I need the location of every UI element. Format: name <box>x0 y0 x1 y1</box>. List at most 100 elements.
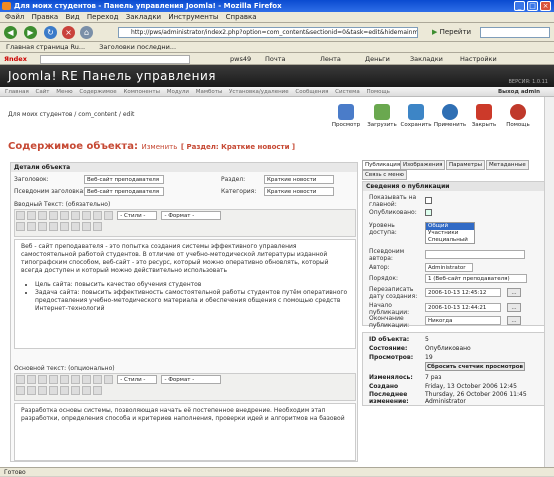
menu-edit[interactable]: Правка <box>32 13 59 21</box>
align-left-icon[interactable] <box>82 375 91 384</box>
jmenu-item[interactable]: Сообщения <box>295 89 328 95</box>
jmenu-item[interactable]: Мамботы <box>196 89 223 95</box>
access-listbox[interactable]: Общий Участники Специальный <box>425 222 475 244</box>
tab-params[interactable]: Параметры <box>446 160 485 170</box>
title-input[interactable]: Веб-сайт преподавателя <box>84 175 164 184</box>
address-bar[interactable]: http://pws/administrator/index2.php?opti… <box>118 27 418 38</box>
end-date-button[interactable]: ... <box>507 316 521 325</box>
yandex-item[interactable]: Закладки <box>410 53 443 65</box>
menu-file[interactable]: Файл <box>5 13 24 21</box>
redo-icon[interactable] <box>82 222 91 231</box>
save-button[interactable]: Сохранить <box>398 104 434 132</box>
redo-icon[interactable] <box>82 386 91 395</box>
intro-editor[interactable]: Веб - сайт преподавателя - это попытка с… <box>14 239 356 349</box>
intro-format-select[interactable]: - Формат - <box>161 211 222 220</box>
bookmark-item[interactable]: Главная страница Ru... <box>6 43 85 51</box>
yandex-item[interactable]: Лента <box>320 53 341 65</box>
main-editor[interactable]: Разработка основы системы, позволяющая н… <box>14 403 356 461</box>
link-icon[interactable] <box>38 386 47 395</box>
list-icon[interactable] <box>16 386 25 395</box>
reset-hits-button[interactable]: Сбросить счетчик просмотров <box>425 362 525 371</box>
order-select[interactable]: 1 (Веб-сайт преподавателя) <box>425 274 527 283</box>
cut-icon[interactable] <box>16 211 25 220</box>
author-alias-input[interactable] <box>425 250 525 259</box>
reload-icon[interactable]: ↻ <box>44 26 57 39</box>
yandex-item[interactable]: Деньги <box>365 53 390 65</box>
align-center-icon[interactable] <box>93 375 102 384</box>
access-option[interactable]: Общий <box>426 223 474 230</box>
undo-icon[interactable] <box>71 222 80 231</box>
ordered-list-icon[interactable] <box>27 386 36 395</box>
main-format-select[interactable]: - Формат - <box>161 375 222 384</box>
list-icon[interactable] <box>16 222 25 231</box>
intro-style-select[interactable]: - Стили - <box>117 211 158 220</box>
search-input[interactable] <box>480 27 550 38</box>
access-option[interactable]: Участники <box>426 230 474 237</box>
image-icon[interactable] <box>49 386 58 395</box>
ordered-list-icon[interactable] <box>27 222 36 231</box>
jmenu-item[interactable]: Содержимое <box>79 89 116 95</box>
close-doc-button[interactable]: Закрыть <box>466 104 502 132</box>
section-select[interactable]: Краткие новости <box>264 175 334 184</box>
tab-publish[interactable]: Публикация <box>362 160 404 170</box>
main-style-select[interactable]: - Стили - <box>117 375 158 384</box>
link-icon[interactable] <box>38 222 47 231</box>
forward-icon[interactable]: ▶ <box>24 26 37 39</box>
italic-icon[interactable] <box>60 211 69 220</box>
image-icon[interactable] <box>49 222 58 231</box>
bold-icon[interactable] <box>49 211 58 220</box>
back-icon[interactable]: ◀ <box>4 26 17 39</box>
paste-icon[interactable] <box>38 211 47 220</box>
start-date-button[interactable]: ... <box>507 303 521 312</box>
menu-view[interactable]: Вид <box>65 13 79 21</box>
jmenu-item[interactable]: Главная <box>5 89 29 95</box>
menu-tools[interactable]: Инструменты <box>168 13 218 21</box>
start-date-input[interactable]: 2006-10-13 12:44:21 <box>425 303 501 312</box>
jmenu-item[interactable]: Установка/удаление <box>229 89 289 95</box>
category-select[interactable]: Краткие новости <box>264 187 334 196</box>
yandex-item[interactable]: Почта <box>265 53 285 65</box>
logout-link[interactable]: Выход admin <box>498 87 540 97</box>
italic-icon[interactable] <box>60 375 69 384</box>
end-date-input[interactable]: Никогда <box>425 316 501 325</box>
jmenu-item[interactable]: Меню <box>56 89 72 95</box>
tab-menu-link[interactable]: Связь с меню <box>362 170 407 180</box>
created-date-input[interactable]: 2006-10-13 12:45:12 <box>425 288 501 297</box>
bookmark-item[interactable]: Заголовки последни... <box>99 43 176 51</box>
copy-icon[interactable] <box>27 211 36 220</box>
code-icon[interactable] <box>93 386 102 395</box>
stop-icon[interactable]: × <box>62 26 75 39</box>
created-date-button[interactable]: ... <box>507 288 521 297</box>
jmenu-item[interactable]: Помощь <box>366 89 389 95</box>
yandex-item[interactable]: pws49 <box>230 53 251 65</box>
maximize-button[interactable]: □ <box>527 1 538 11</box>
align-right-icon[interactable] <box>104 211 113 220</box>
code-icon[interactable] <box>93 222 102 231</box>
access-option[interactable]: Специальный <box>426 237 474 244</box>
menu-go[interactable]: Переход <box>87 13 119 21</box>
close-button[interactable]: × <box>540 1 551 11</box>
preview-button[interactable]: Просмотр <box>328 104 364 132</box>
bold-icon[interactable] <box>49 375 58 384</box>
go-button[interactable]: ▶ Перейти <box>432 27 474 38</box>
tab-images[interactable]: Изображения <box>400 160 446 170</box>
jmenu-item[interactable]: Компоненты <box>123 89 160 95</box>
show-main-checkbox[interactable] <box>425 197 432 204</box>
table-icon[interactable] <box>60 386 69 395</box>
align-right-icon[interactable] <box>104 375 113 384</box>
paste-icon[interactable] <box>38 375 47 384</box>
underline-icon[interactable] <box>71 211 80 220</box>
yandex-search-input[interactable] <box>40 55 190 64</box>
menu-help[interactable]: Справка <box>226 13 257 21</box>
underline-icon[interactable] <box>71 375 80 384</box>
jmenu-item[interactable]: Сайт <box>36 89 50 95</box>
copy-icon[interactable] <box>27 375 36 384</box>
page-scrollbar[interactable] <box>544 97 554 467</box>
jmenu-item[interactable]: Модули <box>167 89 189 95</box>
align-left-icon[interactable] <box>82 211 91 220</box>
menu-bookmarks[interactable]: Закладки <box>126 13 161 21</box>
cut-icon[interactable] <box>16 375 25 384</box>
apply-button[interactable]: Применить <box>432 104 468 132</box>
align-center-icon[interactable] <box>93 211 102 220</box>
tab-metadata[interactable]: Метаданные <box>486 160 529 170</box>
